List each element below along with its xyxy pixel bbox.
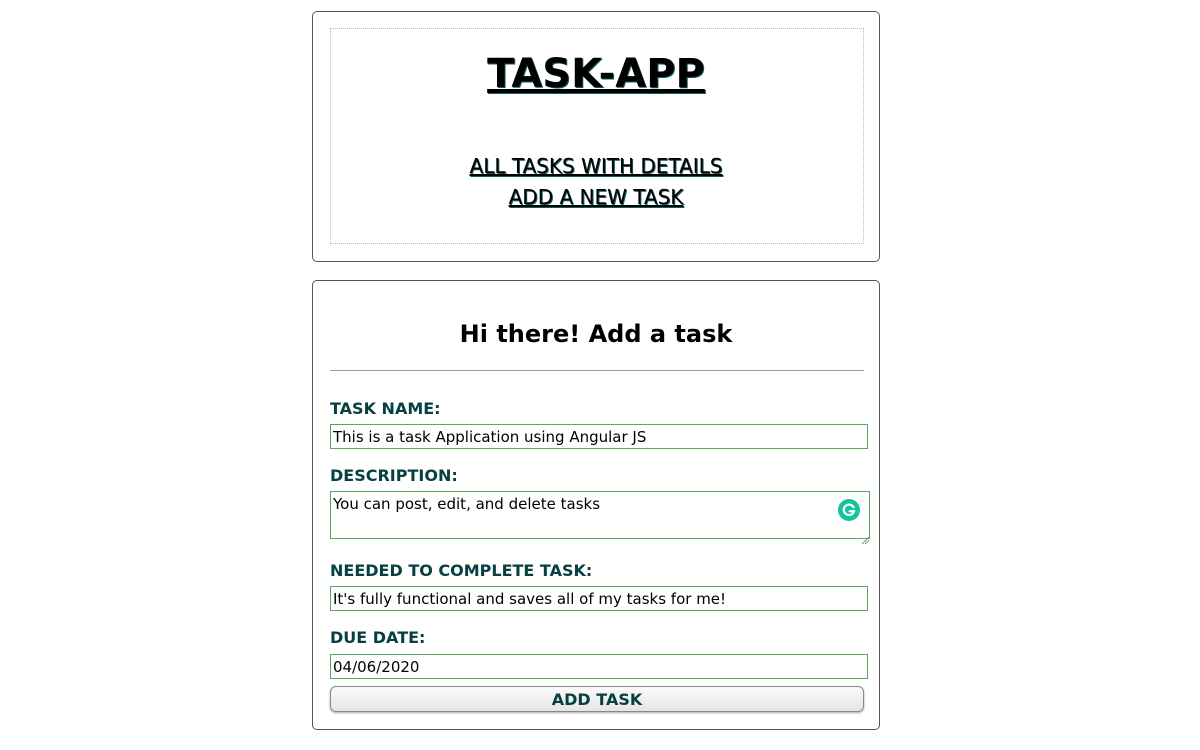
needed-input[interactable] (330, 586, 868, 611)
resize-grip-icon[interactable] (861, 529, 870, 545)
header-card: TASK-APP ALL TASKS WITH DETAILS ADD A NE… (312, 11, 880, 262)
due-date-label: DUE DATE: (330, 628, 426, 647)
divider (330, 370, 864, 371)
app-title-link[interactable]: TASK-APP (313, 51, 879, 97)
nav-link-all-tasks[interactable]: ALL TASKS WITH DETAILS (313, 154, 879, 178)
add-task-button[interactable]: ADD TASK (330, 686, 864, 712)
needed-label: NEEDED TO COMPLETE TASK: (330, 561, 593, 580)
grammarly-icon[interactable] (838, 499, 860, 521)
task-name-input[interactable] (330, 424, 868, 449)
due-date-input[interactable] (330, 654, 868, 679)
add-task-form: Hi there! Add a task TASK NAME: DESCRIPT… (312, 280, 880, 730)
description-label: DESCRIPTION: (330, 466, 458, 485)
description-textarea[interactable]: You can post, edit, and delete tasks (330, 491, 870, 539)
task-name-label: TASK NAME: (330, 399, 441, 418)
form-heading: Hi there! Add a task (459, 320, 733, 348)
nav-link-add-task[interactable]: ADD A NEW TASK (313, 185, 879, 209)
